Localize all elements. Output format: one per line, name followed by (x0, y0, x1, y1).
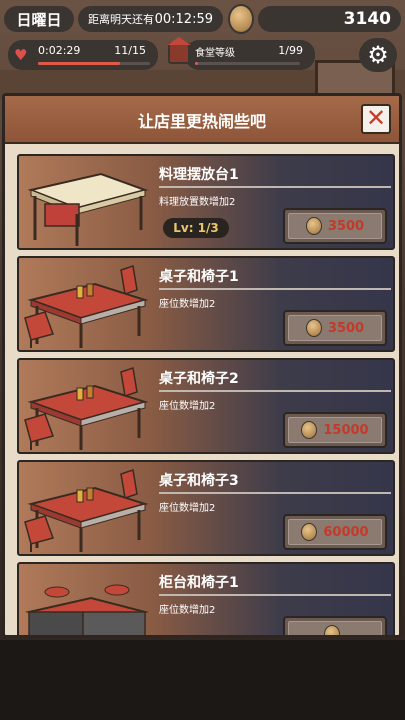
item-divider (159, 186, 391, 188)
life-pill[interactable]: ♥ 0:02:29 11/15 (8, 40, 158, 70)
coin-icon (324, 625, 340, 635)
item-divider (159, 390, 391, 392)
day-label: 日曜日 (4, 6, 74, 32)
buy-button-face: 60000 (288, 519, 382, 545)
item-description: 料理放置数增加2 (159, 197, 236, 208)
buy-button-face (288, 621, 382, 635)
restaurant-level-pill[interactable]: 食堂等级 1/99 (185, 40, 315, 70)
upgrade-list[interactable]: 料理摆放台1 料理放置数增加2 Lv: 1/3 3500 桌子和椅子1 座位数增加2 350… (5, 146, 399, 635)
table-chairs-image (21, 262, 149, 350)
modal-header: 让店里更热闹些吧 ✕ (5, 96, 399, 144)
buy-button-face: 3500 (288, 213, 382, 239)
life-count: 11/15 (114, 44, 146, 57)
buy-button-face: 15000 (288, 417, 382, 443)
buy-button[interactable]: 3500 (283, 208, 387, 244)
item-description: 座位数增加2 (159, 401, 216, 412)
buy-button[interactable]: 3500 (283, 310, 387, 346)
restaurant-level-count: 1/99 (278, 44, 303, 57)
restaurant-level-bar-fill (195, 62, 199, 65)
coin-balance: 3140 (258, 6, 401, 32)
countdown-label: 距离明天还有 (88, 13, 154, 26)
restaurant-level-label: 食堂等级 (195, 48, 235, 59)
top-status-bar: 日曜日 距离明天还有 00:12:59 3140 (0, 0, 405, 38)
buy-button[interactable]: 15000 (283, 412, 387, 448)
item-name: 桌子和椅子3 (159, 473, 239, 489)
item-name: 柜台和椅子1 (159, 575, 239, 591)
item-price: 15000 (323, 422, 369, 438)
item-divider (159, 492, 391, 494)
item-name: 料理摆放台1 (159, 167, 239, 183)
coin-icon (301, 421, 318, 439)
close-icon[interactable]: ✕ (361, 104, 391, 134)
food-table-image (21, 160, 149, 248)
table-chairs-image (21, 466, 149, 554)
restaurant-level-bar (195, 62, 300, 65)
coin-icon (301, 523, 318, 541)
item-description: 座位数增加2 (159, 503, 216, 514)
item-price: 3500 (327, 218, 365, 234)
item-price: 3500 (327, 320, 365, 336)
item-description: 座位数增加2 (159, 605, 216, 616)
upgrade-card: 桌子和椅子3 座位数增加2 60000 (17, 460, 395, 556)
item-divider (159, 288, 391, 290)
item-price: 60000 (323, 524, 369, 540)
item-divider (159, 594, 391, 596)
coin-icon (228, 4, 254, 34)
item-name: 桌子和椅子1 (159, 269, 239, 285)
bottom-nav (0, 640, 405, 720)
shop-icon (167, 37, 191, 64)
buy-button-face: 3500 (288, 315, 382, 341)
item-description: 座位数增加2 (159, 299, 216, 310)
buy-button[interactable] (283, 616, 387, 635)
table-chairs-image (21, 364, 149, 452)
heart-icon: ♥ (14, 46, 28, 64)
coin-icon (305, 319, 322, 337)
modal-title: 让店里更热闹些吧 (137, 112, 266, 131)
coin-icon (305, 217, 322, 235)
upgrade-card: 柜台和椅子1 座位数增加2 (17, 562, 395, 635)
upgrade-card: 桌子和椅子2 座位数增加2 15000 (17, 358, 395, 454)
counter-chairs-image (21, 568, 149, 635)
item-name: 桌子和椅子2 (159, 371, 239, 387)
upgrade-card: 桌子和椅子1 座位数增加2 3500 (17, 256, 395, 352)
countdown-value: 00:12:59 (154, 11, 213, 27)
stats-row: ♥ 0:02:29 11/15 食堂等级 1/99 (0, 40, 405, 72)
buy-button[interactable]: 60000 (283, 514, 387, 550)
gear-icon[interactable]: ⚙ (359, 38, 397, 72)
life-bar-fill (38, 62, 120, 65)
level-badge: Lv: 1/3 (163, 218, 229, 238)
upgrade-modal: 让店里更热闹些吧 ✕ 料理摆放台1 料理放置数增加2 Lv: 1/3 3500 桌子和椅… (2, 93, 402, 638)
life-timer: 0:02:29 (38, 44, 81, 57)
life-bar (38, 62, 150, 65)
countdown-pill: 距离明天还有 00:12:59 (78, 6, 223, 32)
upgrade-card: 料理摆放台1 料理放置数增加2 Lv: 1/3 3500 (17, 154, 395, 250)
